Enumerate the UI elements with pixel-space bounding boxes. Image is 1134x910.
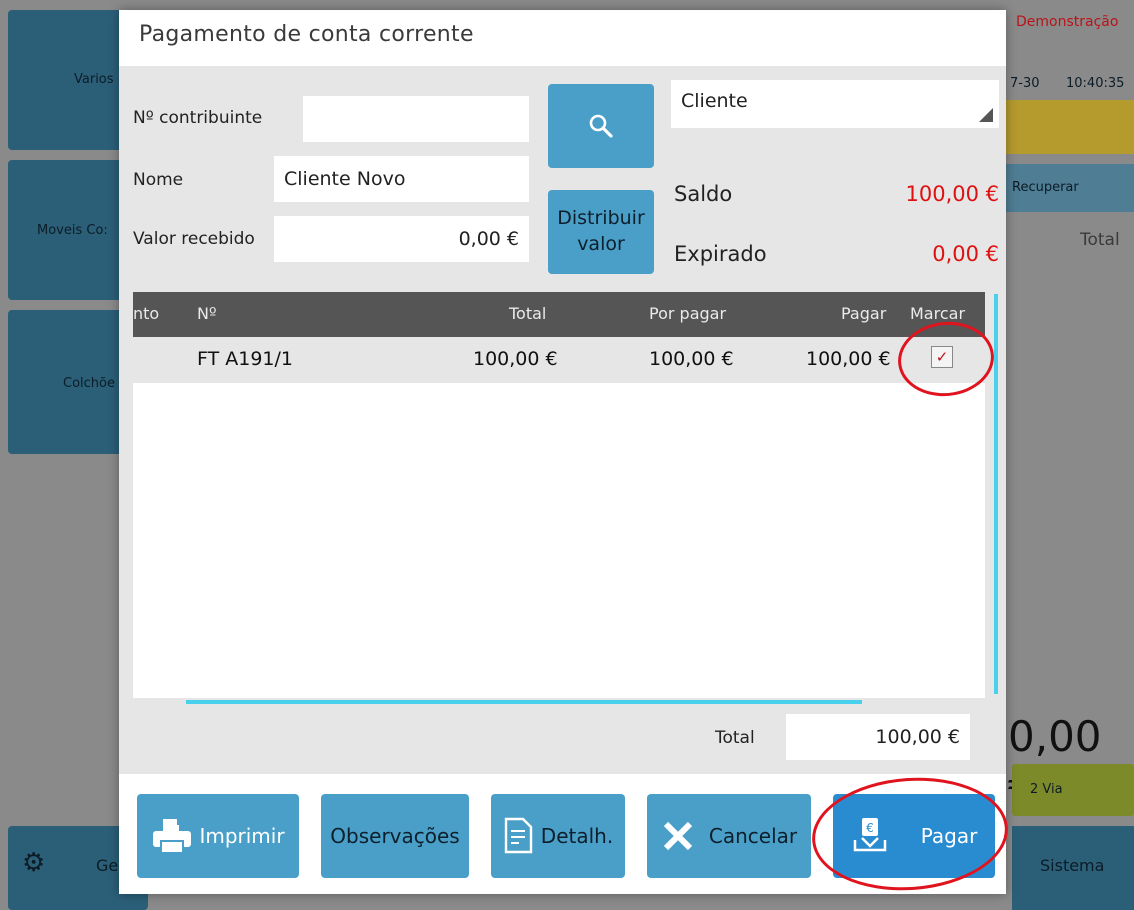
table-header: nto Nº Total Por pagar Pagar Marcar: [133, 292, 985, 337]
print-button[interactable]: Imprimir: [137, 794, 299, 878]
bg-system-label: Sistema: [1040, 856, 1105, 875]
client-type-select[interactable]: Cliente: [671, 80, 999, 128]
dialog-title: Pagamento de conta corrente: [139, 22, 474, 47]
col-header-partial: nto: [133, 304, 160, 323]
notes-label: Observações: [330, 824, 460, 848]
close-icon: [663, 821, 692, 851]
table-horizontal-scrollbar[interactable]: [186, 700, 862, 704]
cancel-label: Cancelar: [708, 824, 798, 848]
notes-button[interactable]: Observações: [321, 794, 469, 878]
col-header-mark: Marcar: [910, 304, 966, 323]
details-label: Detalh.: [540, 824, 614, 848]
bg-time: 10:40:35: [1066, 76, 1125, 91]
footer-total-label: Total: [715, 728, 755, 748]
table-row[interactable]: FT A191/1 100,00 € 100,00 € 100,00 € ✓: [133, 337, 985, 383]
expired-label: Expirado: [674, 242, 767, 266]
print-label: Imprimir: [199, 824, 285, 848]
col-header-due: Por pagar: [649, 304, 727, 323]
expired-value: 0,00 €: [932, 242, 999, 266]
bg-date: 7-30: [1010, 76, 1040, 91]
col-header-number: Nº: [197, 304, 217, 323]
saldo-label: Saldo: [674, 182, 733, 206]
documents-table: nto Nº Total Por pagar Pagar Marcar FT A…: [133, 292, 985, 698]
footer-total-value: 100,00 €: [786, 714, 970, 760]
name-label: Nome: [133, 170, 184, 190]
row-doc-number: FT A191/1: [197, 348, 293, 370]
row-pay: 100,00 €: [806, 348, 891, 370]
bg-yellow-tile: [1006, 100, 1134, 154]
bg-recover-label: Recuperar: [1012, 180, 1079, 195]
bg-tile-label-colchoes: Colchõe: [63, 376, 115, 391]
client-type-value: Cliente: [681, 90, 748, 112]
search-button[interactable]: [548, 84, 654, 168]
bg-bottom-left-label: Ge: [96, 856, 119, 875]
bg-tile-label-varios: Varios: [74, 72, 114, 87]
gear-icon: ⚙: [22, 848, 46, 878]
name-field[interactable]: Cliente Novo: [274, 156, 529, 202]
distribute-value-label: Distribuir valor: [557, 207, 645, 255]
dropdown-corner-icon: [979, 108, 993, 122]
printer-icon: [153, 819, 192, 854]
search-icon: [589, 114, 613, 138]
row-due: 100,00 €: [649, 348, 734, 370]
dialog-titlebar: Pagamento de conta corrente: [119, 10, 1006, 66]
row-total: 100,00 €: [473, 348, 558, 370]
col-header-total: Total: [509, 304, 547, 323]
table-vertical-scrollbar[interactable]: [994, 294, 998, 694]
bg-total-label: Total: [1080, 230, 1120, 250]
received-label: Valor recebido: [133, 229, 255, 249]
demo-label: Demonstração: [1016, 14, 1119, 30]
bg-tile-label-moveis: Moveis Co:: [37, 223, 108, 238]
details-button[interactable]: Detalh.: [491, 794, 625, 878]
saldo-value: 100,00 €: [905, 182, 999, 206]
cancel-button[interactable]: Cancelar: [647, 794, 811, 878]
taxpayer-label: Nº contribuinte: [133, 108, 263, 128]
document-edit-icon: [504, 817, 532, 854]
distribute-value-button[interactable]: Distribuir valor: [548, 190, 654, 274]
bg-second-copy-label: 2 Via: [1030, 782, 1063, 797]
received-field[interactable]: 0,00 €: [274, 216, 529, 262]
col-header-pay: Pagar: [841, 304, 887, 323]
taxpayer-field[interactable]: [303, 96, 529, 142]
payment-dialog: Pagamento de conta corrente Nº contribui…: [119, 10, 1006, 894]
